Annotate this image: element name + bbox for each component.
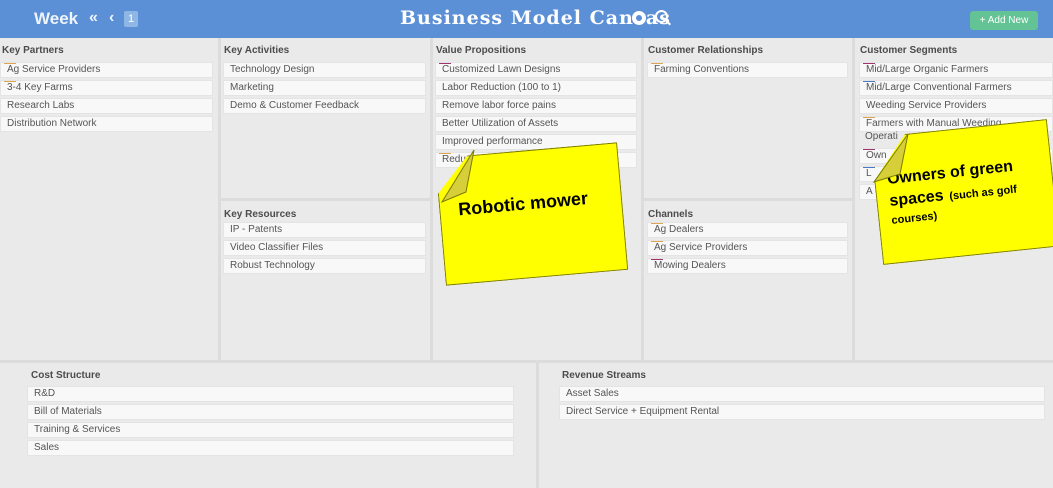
list-item[interactable]: Training & Services: [27, 422, 514, 438]
sticky-note-subtext: courses): [890, 210, 938, 227]
revenue-streams-title: Revenue Streams: [562, 370, 646, 381]
list-item[interactable]: Customized Lawn Designs: [435, 62, 637, 78]
section-divider: [644, 198, 852, 201]
list-item[interactable]: Mid/Large Organic Farmers: [859, 62, 1053, 78]
list-item[interactable]: Ag Service Providers: [647, 240, 848, 256]
list-item[interactable]: Ag Service Providers: [0, 62, 213, 78]
column-divider: [430, 38, 433, 360]
list-item[interactable]: Remove labor force pains: [435, 98, 637, 114]
column-divider: [852, 38, 855, 360]
list-item[interactable]: Ag Dealers: [647, 222, 848, 238]
list-item[interactable]: Better Utilization of Assets: [435, 116, 637, 132]
list-item[interactable]: IP - Patents: [223, 222, 426, 238]
key-partners-title: Key Partners: [2, 45, 64, 56]
value-propositions-title: Value Propositions: [436, 45, 527, 56]
color-tag: [4, 81, 16, 82]
section-divider: [221, 198, 430, 201]
sticky-note-fold: [440, 149, 475, 204]
list-item[interactable]: Direct Service + Equipment Rental: [559, 404, 1045, 420]
color-tag: [4, 63, 16, 64]
color-tag: [863, 63, 875, 64]
list-item[interactable]: Labor Reduction (100 to 1): [435, 80, 637, 96]
list-item[interactable]: Demo & Customer Feedback: [223, 98, 426, 114]
search-icon[interactable]: [655, 10, 668, 23]
prev-fast-icon[interactable]: «: [89, 9, 98, 27]
color-tag: [439, 63, 451, 64]
customer-segments-title: Customer Segments: [860, 45, 958, 56]
color-tag: [651, 223, 663, 224]
app-title: Business Model Canvas: [400, 7, 671, 29]
column-divider: [536, 363, 539, 488]
add-new-button[interactable]: + Add New: [970, 11, 1038, 30]
list-item[interactable]: Weeding Service Providers: [859, 98, 1053, 114]
list-item[interactable]: Technology Design: [223, 62, 426, 78]
color-tag: [863, 117, 875, 118]
list-item[interactable]: Farming Conventions: [647, 62, 848, 78]
channels-title: Channels: [648, 209, 694, 220]
list-item[interactable]: Video Classifier Files: [223, 240, 426, 256]
sticky-note-text: spaces: [888, 187, 945, 210]
list-item[interactable]: Robust Technology: [223, 258, 426, 274]
list-item[interactable]: Mid/Large Conventional Farmers: [859, 80, 1053, 96]
customer-relationships-title: Customer Relationships: [648, 45, 764, 56]
list-item[interactable]: Marketing: [223, 80, 426, 96]
sticky-note-subtext: (such as golf: [948, 183, 1018, 203]
key-resources-title: Key Resources: [224, 209, 297, 220]
settings-icon[interactable]: [632, 11, 646, 25]
list-item[interactable]: R&D: [27, 386, 514, 402]
week-number[interactable]: 1: [124, 11, 138, 27]
prev-icon[interactable]: ‹: [109, 9, 114, 27]
color-tag: [863, 81, 875, 82]
week-label: Week: [34, 9, 79, 28]
color-tag: [651, 241, 663, 242]
color-tag: [651, 63, 663, 64]
key-activities-title: Key Activities: [224, 45, 290, 56]
list-item[interactable]: Mowing Dealers: [647, 258, 848, 274]
cost-structure-title: Cost Structure: [31, 370, 101, 381]
sticky-note-fold: [872, 133, 909, 183]
color-tag: [651, 259, 663, 260]
list-item[interactable]: Bill of Materials: [27, 404, 514, 420]
list-item[interactable]: Research Labs: [0, 98, 213, 114]
list-item[interactable]: 3-4 Key Farms: [0, 80, 213, 96]
top-bar: Week « ‹ 1 Business Model Canvas + Add N…: [0, 0, 1053, 38]
list-item[interactable]: Asset Sales: [559, 386, 1045, 402]
list-item[interactable]: Sales: [27, 440, 514, 456]
list-item[interactable]: Distribution Network: [0, 116, 213, 132]
row-divider: [0, 360, 1053, 363]
